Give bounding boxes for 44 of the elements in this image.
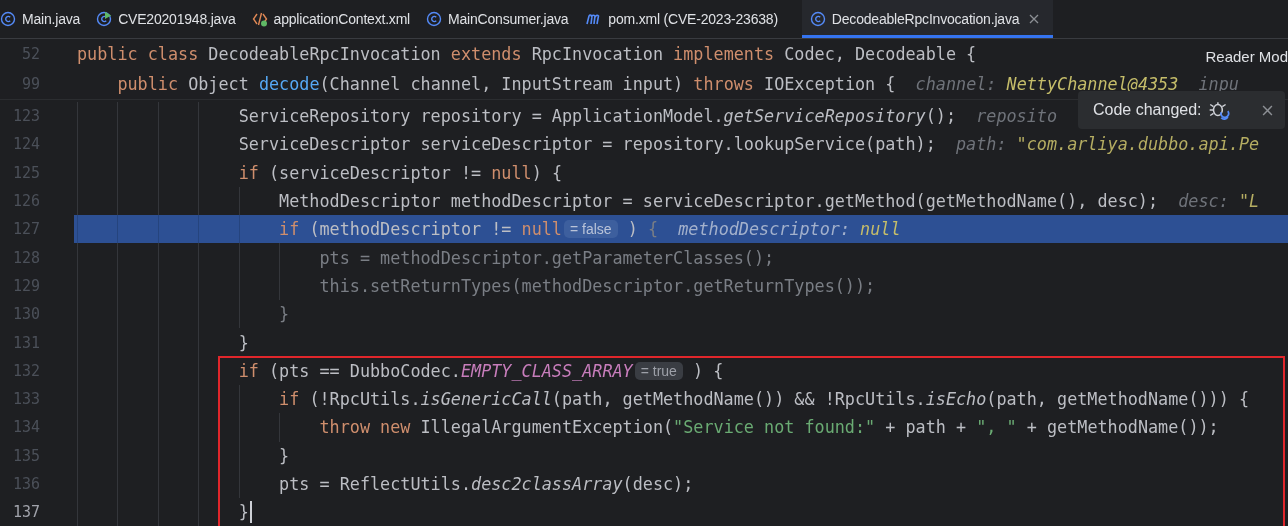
- debug-value-hint: inpu: [1198, 74, 1239, 94]
- editor-tab[interactable]: MainConsumer.java: [426, 0, 583, 38]
- debug-value-hint: channel: NettyChannel@4353: [915, 74, 1179, 94]
- code-text: pts = ReflectUtils.desc2classArray(desc);: [278, 474, 694, 494]
- code-text: public Object decode(Channel channel, InputStream input) throws IOException {: [116, 74, 896, 94]
- close-icon[interactable]: [1262, 104, 1273, 116]
- code-text: if (pts == DubboCodec.EMPTY_CLASS_ARRAY: [237, 360, 633, 381]
- code-text: ServiceRepository repository = ApplicationModel.getServiceRepository();: [237, 106, 956, 127]
- debug-value-hint: methodDescriptor: null: [678, 219, 901, 240]
- code-text: public class DecodeableRpcInvocation extends RpcInvocation implements Codec, Decodeable {: [77, 44, 977, 64]
- code-text: MethodDescriptor methodDescriptor = serviceDescriptor.getMethod(getMethodName(), desc);: [278, 191, 1159, 212]
- code-text: }: [237, 332, 249, 353]
- code-text: this.setReturnTypes(methodDescriptor.getReturnTypes());: [318, 275, 876, 296]
- class-icon: [0, 11, 16, 27]
- editor-tab[interactable]: Main.java: [0, 0, 95, 38]
- code-text: if (serviceDescriptor != null) {: [237, 162, 562, 183]
- code-text: }: [237, 502, 249, 523]
- code-text: }: [278, 445, 290, 466]
- runnable-class-icon: [96, 11, 113, 27]
- class-icon: [809, 11, 826, 27]
- code-text: ) {: [692, 360, 724, 381]
- notification-text: Code changed:: [1093, 101, 1202, 119]
- inline-value-badge: = false: [563, 220, 618, 239]
- code-text: if (methodDescriptor != null: [278, 219, 562, 240]
- debug-value-hint: path: "com.arliya.dubbo.api.Pe: [956, 134, 1260, 155]
- debug-value-hint: desc: "L: [1178, 191, 1260, 212]
- line-number: 137: [11, 503, 40, 522]
- text-caret: [249, 501, 252, 524]
- debug-value-hint: reposito: [976, 106, 1058, 127]
- bug-refresh-icon[interactable]: [1207, 99, 1230, 121]
- close-icon[interactable]: [1029, 14, 1040, 24]
- code-tag-icon: [251, 11, 268, 27]
- editor-tab[interactable]: CVE20201948.java: [96, 0, 250, 38]
- editor-tab[interactable]: pom.xml (CVE-2023-23638): [584, 0, 792, 38]
- code-text: ) {: [626, 219, 659, 240]
- editor-tab[interactable]: applicationContext.xml: [251, 0, 425, 38]
- code-text: }: [278, 304, 290, 325]
- editor-tab[interactable]: DecodeableRpcInvocation.java: [801, 0, 1054, 38]
- code-text: pts = methodDescriptor.getParameterClasses();: [318, 247, 775, 268]
- code-text: ServiceDescriptor serviceDescriptor = repository.lookupService(path);: [237, 134, 936, 155]
- code-text: if (!RpcUtils.isGenericCall(path, getMethodName()) && !RpcUtils.isEcho(path, getMethodName())) {: [278, 389, 1249, 410]
- class-icon: [426, 11, 443, 27]
- inline-value-badge: = true: [634, 361, 683, 380]
- code-text: throw new IllegalArgumentException("Service not found:" + path + ", " + getMethodName());: [318, 417, 1219, 438]
